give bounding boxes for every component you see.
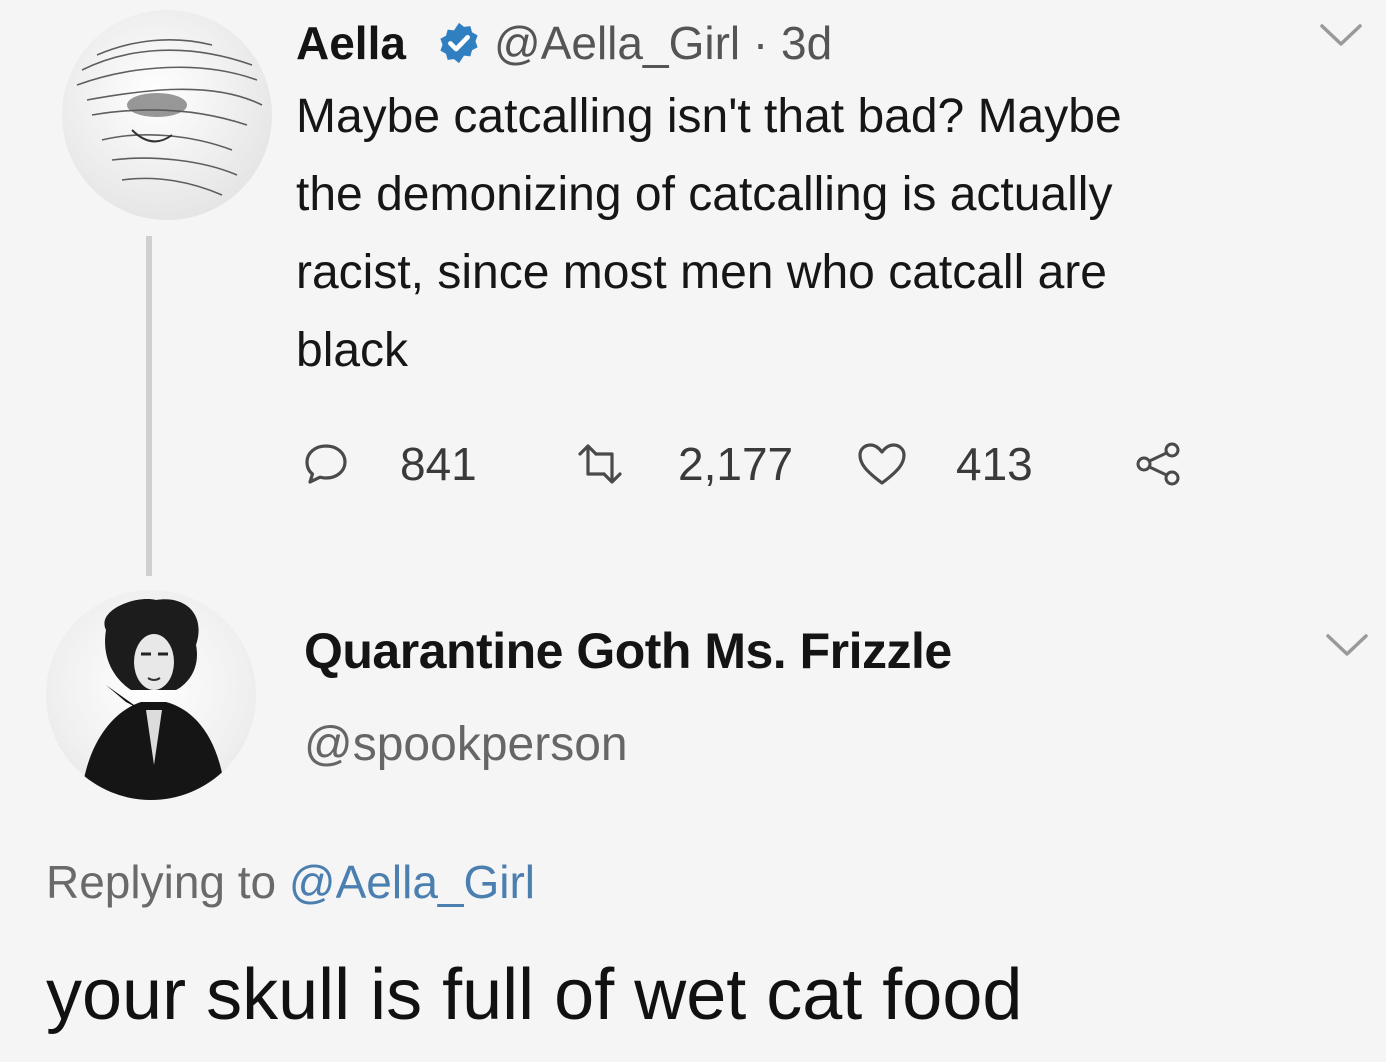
replying-to-mention-link[interactable]: @Aella_Girl <box>289 856 535 908</box>
replying-to-label: Replying to <box>46 856 289 908</box>
avatar-goth-portrait-image <box>81 599 226 800</box>
author-handle-time[interactable]: @Aella_Girl · 3d <box>494 14 832 72</box>
retweet-icon[interactable] <box>572 440 628 488</box>
thread-connector-line <box>146 236 152 576</box>
tweet-text-line: black <box>296 324 409 377</box>
avatar-sketch-image <box>76 39 263 196</box>
reply-icon[interactable] <box>302 440 350 488</box>
replying-to-line: Replying to @Aella_Girl <box>46 852 535 912</box>
author-name[interactable]: Aella <box>296 14 406 72</box>
share-icon[interactable] <box>1134 440 1182 488</box>
tweet-text: Maybe catcalling isn't that bad? Maybe t… <box>296 78 1346 390</box>
tweet-text-line: the demonizing of catcalling is actually <box>296 168 1113 221</box>
like-count: 413 <box>956 438 1033 490</box>
reply-count: 841 <box>400 438 477 490</box>
chevron-down-icon[interactable] <box>1318 20 1364 50</box>
tweet-text-line: Maybe catcalling isn't that bad? Maybe <box>296 90 1122 143</box>
like-icon[interactable] <box>856 440 908 488</box>
author-avatar[interactable] <box>62 10 272 220</box>
reply-author-name[interactable]: Quarantine Goth Ms. Frizzle <box>304 620 952 682</box>
retweet-count: 2,177 <box>678 438 794 490</box>
reply-tweet-text: your skull is full of wet cat food <box>46 955 1023 1035</box>
reply-author-handle[interactable]: @spookperson <box>304 714 628 776</box>
verified-badge-icon <box>440 22 478 64</box>
chevron-down-icon[interactable] <box>1324 630 1370 660</box>
tweet-text-line: racist, since most men who catcall are <box>296 246 1107 299</box>
reply-author-avatar[interactable] <box>46 590 256 800</box>
